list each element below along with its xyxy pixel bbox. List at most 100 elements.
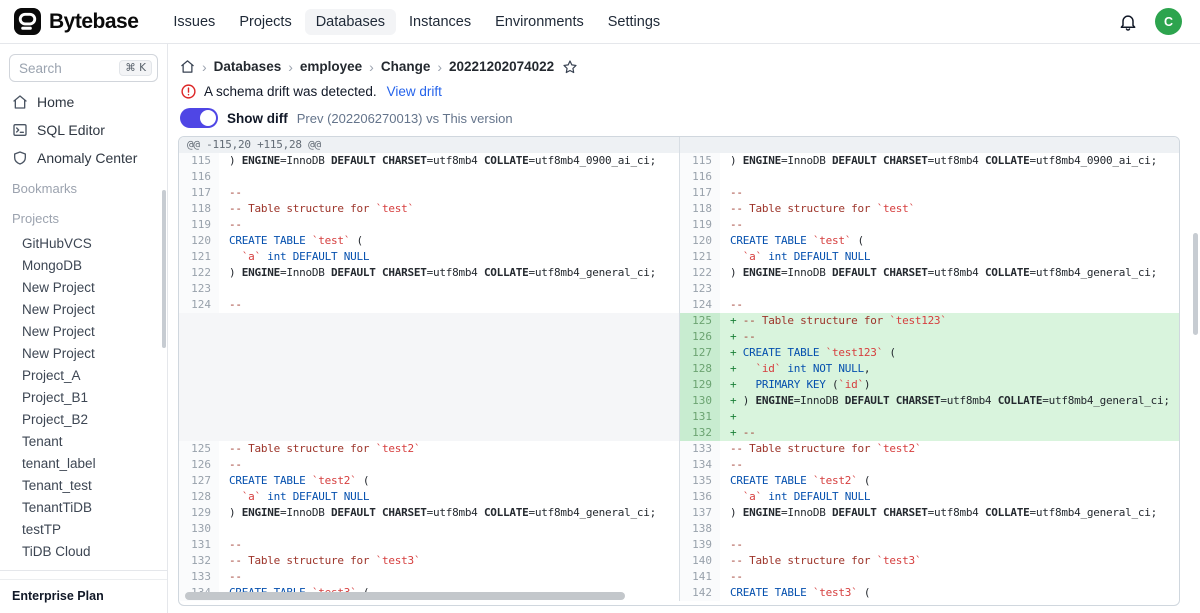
diff-row: 130+ ) ENGINE=InnoDB DEFAULT CHARSET=utf… <box>179 393 1179 409</box>
code-line: -- <box>720 185 1179 201</box>
line-number: 141 <box>680 569 720 585</box>
diff-code-cell: 129) ENGINE=InnoDB DEFAULT CHARSET=utf8m… <box>179 505 679 521</box>
view-drift-link[interactable]: View drift <box>387 84 442 99</box>
diff-code-cell: 138 <box>679 521 1179 537</box>
diff-added-cell: 127+ CREATE TABLE `test123` ( <box>679 345 1179 361</box>
code-line: `a` int DEFAULT NULL <box>720 489 1179 505</box>
line-number: 116 <box>179 169 219 185</box>
breadcrumb-item[interactable]: 20221202074022 <box>449 59 554 74</box>
nav-item-settings[interactable]: Settings <box>597 9 671 35</box>
sidebar-project-new-project[interactable]: New Project <box>0 276 167 298</box>
main-nav: IssuesProjectsDatabasesInstancesEnvironm… <box>162 9 671 35</box>
sidebar-project-testtp[interactable]: testTP <box>0 518 167 540</box>
diff-code-cell: 124-- <box>679 297 1179 313</box>
diff-code-cell: 120CREATE TABLE `test` ( <box>179 233 679 249</box>
diff-panel: @@ -115,20 +115,28 @@115) ENGINE=InnoDB … <box>178 136 1180 606</box>
code-line: ) ENGINE=InnoDB DEFAULT CHARSET=utf8mb4 … <box>219 153 679 169</box>
sidebar-project-new-project[interactable]: New Project <box>0 320 167 342</box>
diff-code-cell: 119-- <box>679 217 1179 233</box>
sidebar-project-tenant-label[interactable]: tenant_label <box>0 452 167 474</box>
line-number: 133 <box>179 569 219 585</box>
sidebar-project-tenant[interactable]: Tenant <box>0 430 167 452</box>
code-line: `a` int DEFAULT NULL <box>219 489 679 505</box>
line-number: 119 <box>680 217 720 233</box>
user-avatar[interactable]: C <box>1155 8 1182 35</box>
breadcrumb-item[interactable]: Databases <box>214 59 282 74</box>
sidebar-item-sql-editor[interactable]: SQL Editor <box>0 116 167 144</box>
breadcrumb-item[interactable]: employee <box>300 59 362 74</box>
diff-row: 124--124-- <box>179 297 1179 313</box>
sidebar-project-new-project[interactable]: New Project <box>0 298 167 320</box>
code-line: -- <box>219 185 679 201</box>
line-number: 133 <box>680 441 720 457</box>
diff-row: 129+ PRIMARY KEY (`id`) <box>179 377 1179 393</box>
line-number: 131 <box>179 537 219 553</box>
diff-code-cell: 126-- <box>179 457 679 473</box>
diff-code-cell: 115) ENGINE=InnoDB DEFAULT CHARSET=utf8m… <box>179 153 679 169</box>
line-number: 123 <box>179 281 219 297</box>
line-number: 132 <box>179 553 219 569</box>
line-number: 125 <box>179 441 219 457</box>
diff-added-cell: 126+ -- <box>679 329 1179 345</box>
diff-code-cell: 122) ENGINE=InnoDB DEFAULT CHARSET=utf8m… <box>179 265 679 281</box>
code-line: ) ENGINE=InnoDB DEFAULT CHARSET=utf8mb4 … <box>720 505 1179 521</box>
diff-row: 123123 <box>179 281 1179 297</box>
diff-horizontal-scrollbar[interactable] <box>185 592 625 600</box>
sidebar-project-project-b2[interactable]: Project_B2 <box>0 408 167 430</box>
star-bookmark-icon[interactable] <box>562 59 578 75</box>
diff-added-cell: 131+ <box>679 409 1179 425</box>
sidebar-item-label: Anomaly Center <box>37 150 137 166</box>
home-breadcrumb-icon[interactable] <box>180 59 195 74</box>
nav-item-instances[interactable]: Instances <box>398 9 482 35</box>
diff-code-cell: 125-- Table structure for `test2` <box>179 441 679 457</box>
line-number: 127 <box>680 345 720 361</box>
show-diff-toggle[interactable] <box>180 108 218 128</box>
sidebar-project-githubvcs[interactable]: GitHubVCS <box>0 232 167 254</box>
sidebar-project-mongodb[interactable]: MongoDB <box>0 254 167 276</box>
line-number: 118 <box>680 201 720 217</box>
bytebase-logo-icon <box>14 8 41 35</box>
diff-row: 122) ENGINE=InnoDB DEFAULT CHARSET=utf8m… <box>179 265 1179 281</box>
line-number: 130 <box>680 393 720 409</box>
schema-drift-alert: A schema drift was detected. View drift <box>180 83 1200 100</box>
sidebar-project-tidb-cloud[interactable]: TiDB Cloud <box>0 540 167 562</box>
breadcrumb-separator: › <box>288 59 293 75</box>
diff-row: 116 116 <box>179 169 1179 185</box>
sidebar-project-tenant-test[interactable]: Tenant_test <box>0 474 167 496</box>
diff-row: 132+ -- <box>179 425 1179 441</box>
diff-row: 118-- Table structure for `test`118-- Ta… <box>179 201 1179 217</box>
diff-row: 131--139-- <box>179 537 1179 553</box>
nav-item-projects[interactable]: Projects <box>228 9 302 35</box>
alert-text: A schema drift was detected. <box>204 84 377 99</box>
line-number: 136 <box>680 489 720 505</box>
diff-hunk-header: @@ -115,20 +115,28 @@ <box>179 137 679 153</box>
breadcrumb-item[interactable]: Change <box>381 59 431 74</box>
line-number: 126 <box>179 457 219 473</box>
sidebar-project-list: GitHubVCSMongoDBNew ProjectNew ProjectNe… <box>0 232 167 562</box>
line-number: 116 <box>680 169 720 185</box>
code-line: CREATE TABLE `test2` ( <box>720 473 1179 489</box>
sidebar-item-anomaly-center[interactable]: Anomaly Center <box>0 144 167 172</box>
code-line: ) ENGINE=InnoDB DEFAULT CHARSET=utf8mb4 … <box>720 153 1179 169</box>
line-number: 140 <box>680 553 720 569</box>
sidebar-item-home[interactable]: Home <box>0 88 167 116</box>
sidebar-scrollbar[interactable] <box>162 190 166 348</box>
line-number: 117 <box>179 185 219 201</box>
bytebase-logo[interactable]: Bytebase <box>14 8 138 35</box>
diff-code-cell: 116 <box>679 169 1179 185</box>
line-number: 122 <box>179 265 219 281</box>
app-window: Bytebase IssuesProjectsDatabasesInstance… <box>0 0 1200 613</box>
nav-item-issues[interactable]: Issues <box>162 9 226 35</box>
search-input[interactable]: Search ⌘ K <box>9 54 158 82</box>
nav-item-environments[interactable]: Environments <box>484 9 595 35</box>
sidebar-project-new-project[interactable]: New Project <box>0 342 167 364</box>
diff-added-cell: 129+ PRIMARY KEY (`id`) <box>679 377 1179 393</box>
diff-added-cell: 128+ `id` int NOT NULL, <box>679 361 1179 377</box>
notifications-bell-icon[interactable] <box>1118 12 1138 32</box>
sidebar-project-tenanttidb[interactable]: TenantTiDB <box>0 496 167 518</box>
sidebar-project-project-b1[interactable]: Project_B1 <box>0 386 167 408</box>
diff-code-cell: 124-- <box>179 297 679 313</box>
sidebar-project-project-a[interactable]: Project_A <box>0 364 167 386</box>
page-scrollbar[interactable] <box>1193 233 1198 335</box>
nav-item-databases[interactable]: Databases <box>305 9 396 35</box>
